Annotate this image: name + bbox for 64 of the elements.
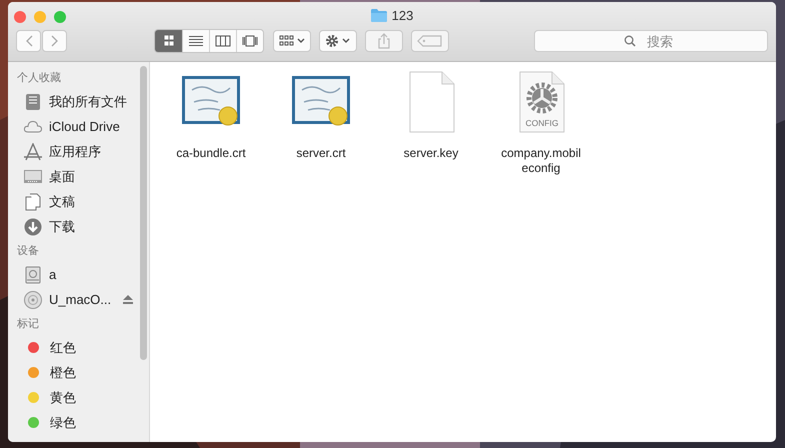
forward-button[interactable]: [42, 30, 67, 52]
sidebar-item[interactable]: 文稿: [17, 189, 149, 214]
file-name[interactable]: server.key: [389, 146, 473, 161]
sidebar-item[interactable]: 黄色: [17, 385, 149, 410]
gear-dropdown-icon: [325, 34, 351, 48]
downloads-icon: [23, 218, 43, 236]
close-button[interactable]: [14, 11, 26, 23]
sidebar-label: 我的所有文件: [49, 92, 127, 110]
gear-icon: [526, 82, 558, 114]
apps-icon: [23, 142, 43, 160]
file-name[interactable]: company.mobileconfig: [499, 146, 583, 176]
sidebar-label: 文稿: [49, 192, 75, 210]
columns-view-icon: [215, 35, 231, 47]
sidebar-heading: 标记: [17, 317, 40, 332]
list-view-button[interactable]: [182, 30, 209, 52]
coverflow-view-icon: [242, 35, 258, 47]
chevron-right-icon: [50, 35, 58, 47]
sidebar-heading: 设备: [17, 244, 40, 259]
columns-view-button[interactable]: [209, 30, 236, 52]
sidebar-item[interactable]: 橙色: [17, 360, 149, 385]
share-icon: [377, 33, 391, 49]
sidebar-heading: 个人收藏: [17, 70, 62, 86]
sidebar-label: a: [49, 267, 56, 282]
file-name[interactable]: server.crt: [279, 146, 363, 161]
sidebar-label: 桌面: [49, 168, 75, 186]
sidebar-item[interactable]: 应用程序: [17, 139, 149, 164]
sidebar-item[interactable]: iCloud Drive: [17, 114, 149, 139]
documents-icon: [23, 192, 43, 210]
sidebar-label: 红色: [50, 338, 76, 356]
icons-view-button[interactable]: [155, 30, 182, 52]
sidebar-label: 黄色: [50, 388, 76, 406]
sidebar-label: 橙色: [50, 364, 76, 382]
sidebar-label: 下载: [49, 218, 75, 236]
chevron-left-icon: [24, 35, 32, 47]
window-title: 123: [392, 8, 414, 23]
allfiles-icon: [23, 92, 43, 110]
folder-icon: [370, 9, 387, 22]
tag-icon: [417, 35, 443, 47]
search-field[interactable]: 搜索: [534, 30, 768, 52]
coverflow-view-button[interactable]: [236, 30, 263, 52]
sidebar-label: 应用程序: [49, 142, 101, 160]
desktop-icon: [23, 168, 43, 186]
sidebar-item[interactable]: 红色: [17, 335, 149, 360]
view-switcher[interactable]: [154, 29, 264, 53]
grid-dropdown-icon: [279, 35, 305, 47]
sidebar-item[interactable]: 绿色: [17, 410, 149, 435]
back-button[interactable]: [16, 30, 41, 52]
sidebar-item[interactable]: 我的所有文件: [17, 89, 149, 114]
sidebar-item[interactable]: U_macO...: [17, 287, 149, 312]
sidebar-label: iCloud Drive: [49, 119, 120, 134]
search-icon: [624, 35, 636, 47]
list-view-icon: [188, 35, 204, 47]
sidebar-label: 绿色: [50, 414, 76, 432]
sidebar-item[interactable]: 桌面: [17, 164, 149, 189]
action-button[interactable]: [319, 30, 357, 52]
sidebar-item[interactable]: a: [17, 262, 149, 287]
file-name[interactable]: ca-bundle.crt: [169, 146, 253, 161]
eject-icon[interactable]: [123, 295, 134, 304]
sidebar-label: U_macO...: [49, 292, 112, 307]
icon-badge-text: CONFIG: [525, 118, 559, 128]
sidebar-item[interactable]: 下载: [17, 214, 149, 239]
arrange-button[interactable]: [273, 30, 311, 52]
disc-icon: [23, 290, 43, 308]
scrollbar[interactable]: [140, 66, 147, 360]
